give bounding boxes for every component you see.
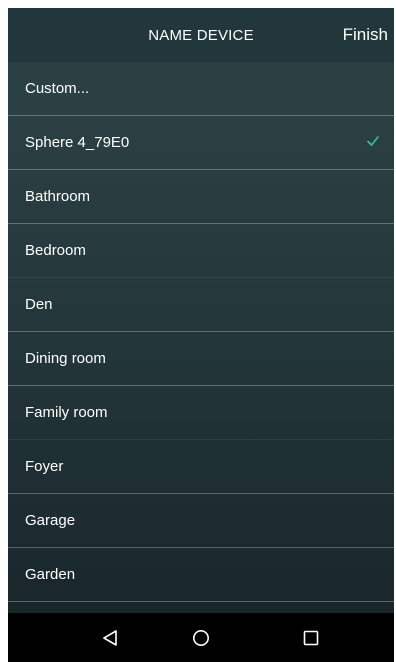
- list-item-custom[interactable]: Custom...: [8, 62, 394, 116]
- list-item-bathroom[interactable]: Bathroom: [8, 170, 394, 224]
- list-item-label: Bathroom: [25, 188, 91, 205]
- list-item-dining-room[interactable]: Dining room: [8, 332, 394, 386]
- recents-button[interactable]: [281, 613, 341, 662]
- system-nav-bar: [8, 613, 394, 662]
- list-item-label: Garden: [25, 566, 76, 583]
- list-item-label: Custom...: [25, 80, 90, 97]
- list-item-label: Sphere 4_79E0: [25, 134, 130, 151]
- list-item-label: Family room: [25, 404, 108, 421]
- device-name-list: Custom... Sphere 4_79E0 Bathroom Bedroom…: [8, 62, 394, 613]
- checkmark-icon: [367, 136, 379, 146]
- page-title: NAME DEVICE: [148, 27, 254, 44]
- list-item-foyer[interactable]: Foyer: [8, 440, 394, 494]
- home-button[interactable]: [171, 613, 231, 662]
- list-item-bedroom[interactable]: Bedroom: [8, 224, 394, 278]
- list-item-label: Den: [25, 296, 53, 313]
- list-item-sphere-4-79e0[interactable]: Sphere 4_79E0: [8, 116, 394, 170]
- back-icon: [103, 629, 117, 646]
- back-button[interactable]: [80, 613, 140, 662]
- list-item-label: Foyer: [25, 458, 64, 475]
- home-icon: [193, 629, 209, 646]
- finish-button[interactable]: Finish: [343, 25, 388, 45]
- header-bar: NAME DEVICE Finish: [8, 8, 394, 62]
- list-item-label: Bedroom: [25, 242, 86, 259]
- list-item-den[interactable]: Den: [8, 278, 394, 332]
- list-item-family-room[interactable]: Family room: [8, 386, 394, 440]
- list-item-garage[interactable]: Garage: [8, 494, 394, 548]
- recents-icon: [303, 630, 319, 645]
- list-item-label: Dining room: [25, 350, 106, 367]
- list-item-garden[interactable]: Garden: [8, 548, 394, 602]
- list-item-label: Garage: [25, 512, 76, 529]
- app-screen: NAME DEVICE Finish Custom... Sphere 4_79…: [8, 8, 394, 662]
